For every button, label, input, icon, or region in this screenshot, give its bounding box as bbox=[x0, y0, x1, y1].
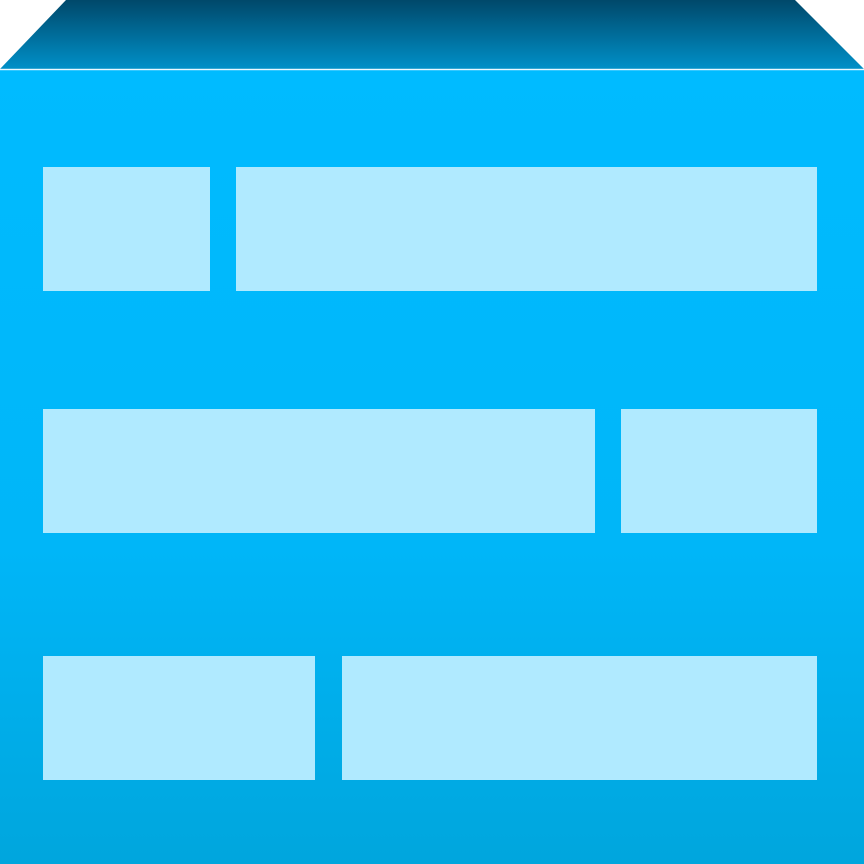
brick-row3-medium bbox=[43, 656, 315, 780]
brick-row1-short bbox=[43, 167, 210, 291]
brick-row2-long bbox=[43, 409, 595, 533]
brick-row3-long bbox=[342, 656, 817, 780]
firewall-icon bbox=[0, 0, 864, 864]
firewall-icon-container bbox=[0, 0, 864, 864]
top-face bbox=[0, 0, 864, 69]
brick-row2-short bbox=[621, 409, 817, 533]
brick-row1-long bbox=[236, 167, 817, 291]
